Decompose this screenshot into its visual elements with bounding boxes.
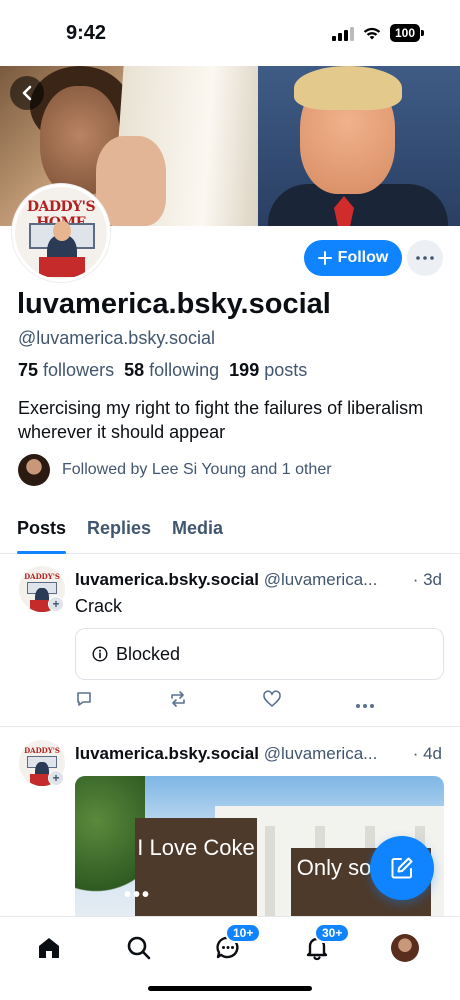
more-options-button[interactable] (407, 240, 443, 276)
search-icon (127, 936, 151, 960)
post-text: Crack (75, 596, 123, 616)
nav-profile[interactable] (390, 933, 420, 963)
profile-bio: Exercising my right to fight the failure… (18, 398, 424, 442)
sign-left: I Love Coke (135, 818, 257, 926)
nav-notifications[interactable]: 30+ (302, 923, 351, 963)
display-name: luvamerica.bsky.social (17, 288, 331, 320)
status-time: 9:42 (66, 22, 107, 44)
post-author-name: luvamerica.bsky.social (75, 570, 259, 589)
post-author-handle: @luvamerica... (263, 744, 378, 763)
chevron-left-icon (22, 85, 32, 101)
ellipsis-icon (416, 256, 434, 260)
post-header[interactable]: luvamerica.bsky.social @luvamerica... (75, 570, 445, 590)
follow-button[interactable]: Follow (304, 240, 402, 276)
nav-search[interactable] (124, 933, 154, 963)
nav-messages[interactable]: 10+ (213, 923, 262, 963)
post-time: · 3d (408, 570, 442, 590)
compose-button[interactable] (370, 836, 434, 900)
plus-icon (317, 251, 332, 265)
back-button[interactable] (10, 76, 44, 110)
followers-stat[interactable]: 75 followers (18, 360, 114, 381)
wifi-icon (363, 27, 381, 40)
home-icon (39, 938, 59, 958)
like-button[interactable] (262, 690, 282, 713)
repost-icon (171, 691, 185, 707)
compose-icon (391, 857, 413, 879)
followed-by[interactable]: Followed by Lee Si Young and 1 other (18, 454, 332, 486)
follow-plus-icon[interactable]: + (48, 770, 64, 786)
profile-tabs: Posts Replies Media (0, 510, 460, 554)
follow-button-label: Follow (337, 249, 389, 266)
status-bar: 9:42 100 (0, 0, 460, 62)
post-author-handle: @luvamerica... (263, 570, 378, 589)
blocked-embed: Blocked (75, 628, 444, 680)
post-actions (75, 690, 385, 714)
reply-button[interactable] (75, 690, 93, 713)
blocked-label: Blocked (116, 643, 181, 664)
post-author-name: luvamerica.bsky.social (75, 744, 259, 763)
tab-media[interactable]: Media (172, 518, 223, 539)
posts-stat: 199 posts (229, 360, 308, 380)
tab-replies[interactable]: Replies (87, 518, 151, 539)
battery-icon: 100 (389, 24, 425, 42)
reply-icon (77, 692, 91, 706)
ellipsis-icon (356, 704, 374, 708)
followed-by-text: Followed by Lee Si Young and 1 other (62, 461, 332, 478)
heart-icon (263, 690, 281, 707)
profile-stats: 75 followers 58 following 199 posts (18, 360, 307, 381)
image-more-icon[interactable]: ••• (124, 884, 151, 907)
info-icon (92, 646, 108, 662)
post-header[interactable]: luvamerica.bsky.social @luvamerica... (75, 744, 445, 764)
profile-avatar[interactable]: DADDY'S HOME (12, 184, 110, 282)
profile-handle: @luvamerica.bsky.social (18, 328, 215, 348)
status-icons: 100 (331, 24, 425, 42)
messages-badge: 10+ (225, 923, 262, 943)
repost-button[interactable] (168, 690, 188, 713)
active-tab-indicator (17, 551, 66, 554)
signal-icon (331, 25, 354, 41)
follow-plus-icon[interactable]: + (48, 596, 64, 612)
post-divider (0, 726, 460, 727)
post-more-button[interactable] (355, 696, 375, 714)
notifications-badge: 30+ (314, 923, 351, 943)
tab-posts[interactable]: Posts (17, 518, 66, 539)
profile-avatar-icon (391, 934, 419, 962)
post-time: · 4d (408, 744, 442, 764)
nav-home[interactable] (34, 933, 64, 963)
home-indicator (148, 986, 312, 991)
follower-avatar (18, 454, 50, 486)
following-stat[interactable]: 58 following (124, 360, 219, 381)
